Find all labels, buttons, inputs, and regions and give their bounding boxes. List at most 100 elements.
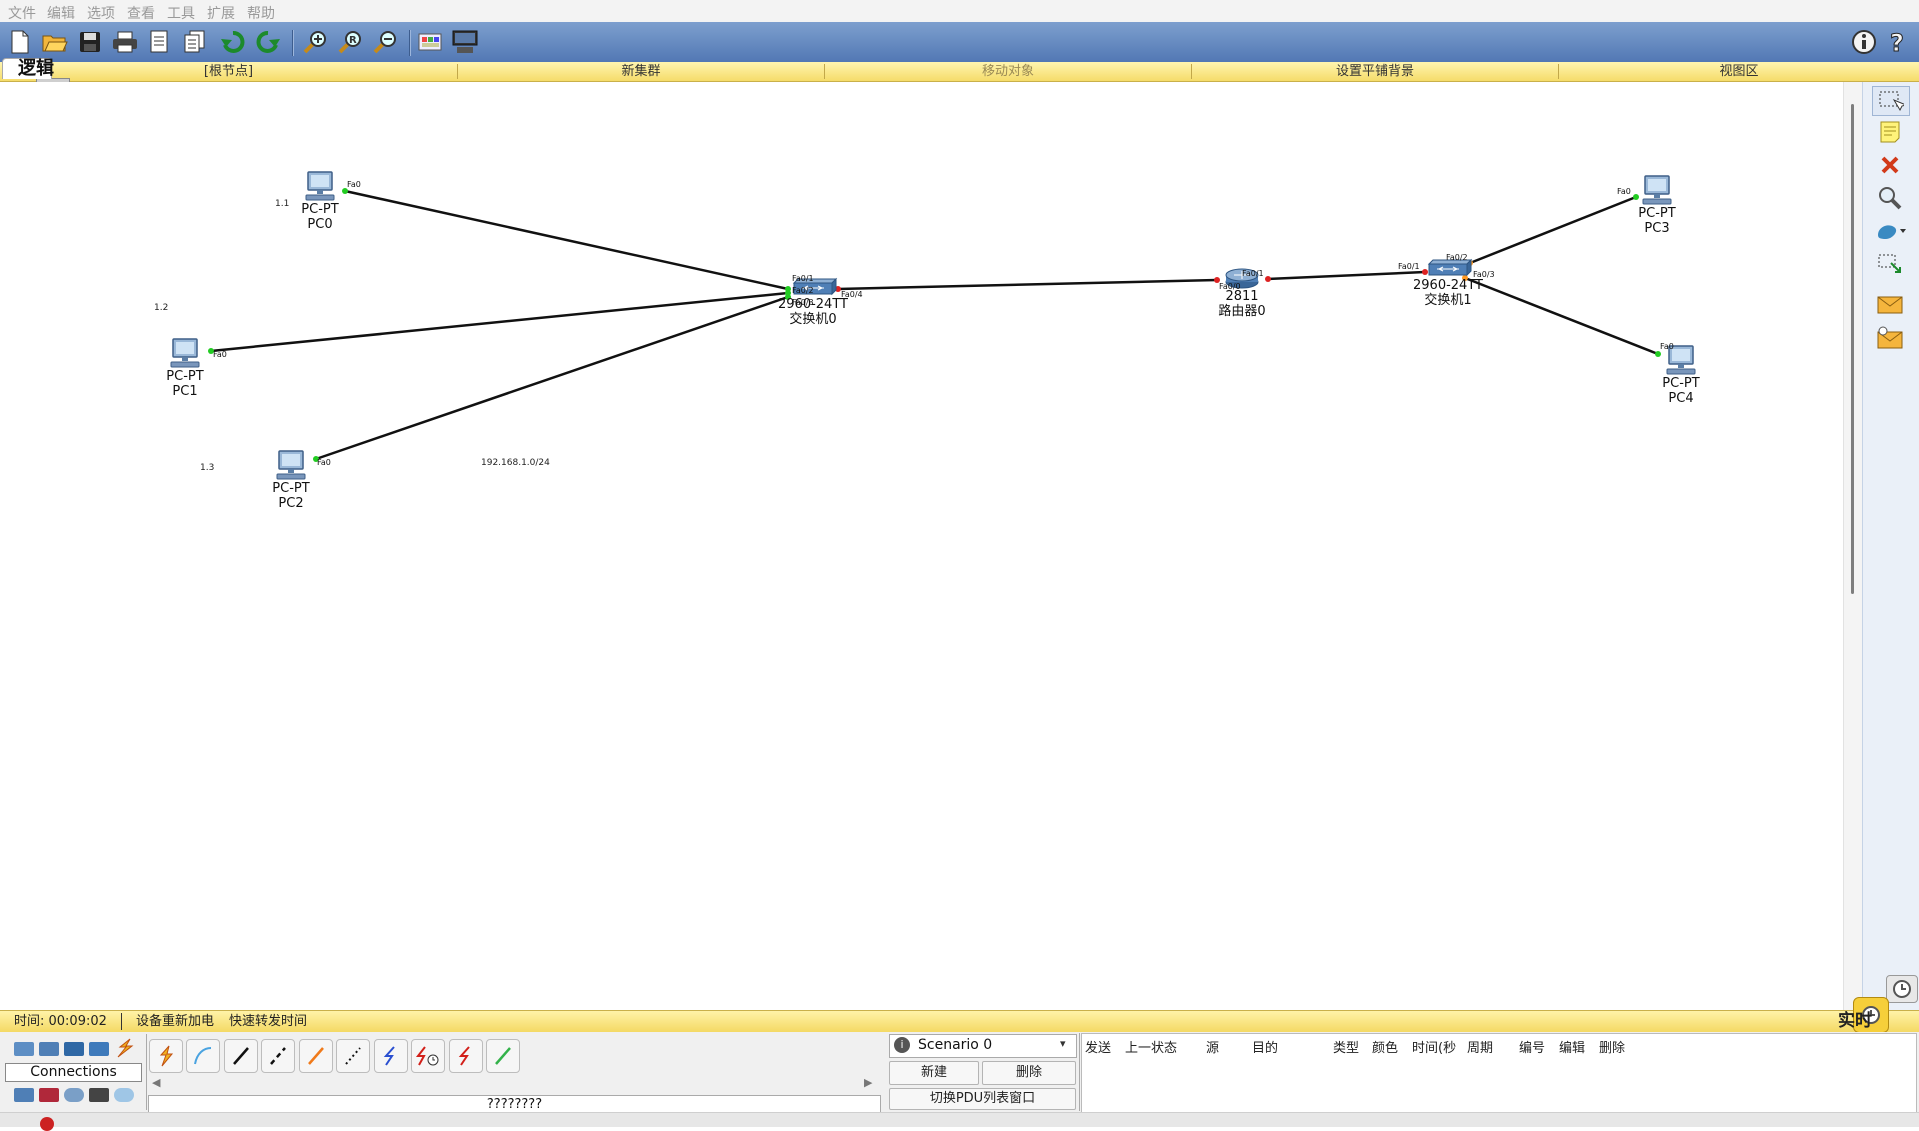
resize-icon[interactable] (1872, 250, 1908, 278)
switch0-port-fa0-3: Fa0/3 (792, 298, 814, 307)
scrollbar-thumb[interactable] (1851, 104, 1854, 594)
pc1-device[interactable]: PC-PT PC1 (162, 337, 208, 399)
menu-edit[interactable]: 编辑 (47, 3, 75, 23)
pdu-col-source: 源 (1206, 1041, 1220, 1056)
pc2-name-label: PC2 (278, 496, 304, 511)
note-1-3[interactable]: 1.3 (200, 463, 214, 473)
end-devices-category-icon[interactable] (14, 1088, 34, 1102)
menu-file[interactable]: 文件 (8, 3, 36, 23)
connection-list-scrollbar[interactable]: ◀ ▶ (148, 1076, 879, 1092)
hubs-category-icon[interactable] (64, 1042, 84, 1056)
link-pc2-switch0 (315, 295, 789, 461)
add-simple-pdu-icon[interactable] (1872, 290, 1908, 318)
pdu-col-time: 时间(秒 (1412, 1041, 1457, 1056)
menu-tools[interactable]: 工具 (167, 3, 195, 23)
crossover-cable-icon[interactable] (261, 1039, 295, 1073)
straight-through-cable-icon[interactable] (224, 1039, 258, 1073)
wireless-category-icon[interactable] (89, 1042, 109, 1056)
inspect-icon[interactable] (1872, 184, 1908, 212)
new-cluster-button[interactable]: 新集群 (458, 62, 824, 81)
console-cable-icon[interactable] (186, 1039, 220, 1073)
menu-view[interactable]: 查看 (127, 3, 155, 23)
add-complex-pdu-icon[interactable] (1872, 324, 1908, 352)
fast-forward-button[interactable]: 快速转发时间 (229, 1011, 307, 1032)
routers-category-icon[interactable] (14, 1042, 34, 1056)
scenario-select[interactable]: i Scenario 0 ▾ (889, 1034, 1077, 1058)
phone-cable-icon[interactable] (336, 1039, 370, 1073)
toggle-pdu-list-button[interactable]: 切换PDU列表窗口 (889, 1088, 1076, 1110)
palette-icon[interactable] (416, 28, 444, 56)
pc0-device[interactable]: PC-PT PC0 (297, 170, 343, 232)
new-scenario-button[interactable]: 新建 (889, 1061, 979, 1085)
custom-device-icon[interactable] (451, 28, 479, 56)
draw-shape-icon[interactable] (1872, 217, 1908, 245)
note-icon[interactable] (1872, 118, 1908, 146)
switches-category-icon[interactable] (39, 1042, 59, 1056)
pc1-port-label: Fa0 (213, 350, 227, 359)
switch1-port-fa0-1: Fa0/1 (1398, 262, 1420, 271)
viewport-button[interactable]: 视图区 (1559, 62, 1919, 81)
status-indicator-icon (40, 1117, 54, 1131)
scroll-right-arrow-icon[interactable]: ▶ (864, 1076, 872, 1089)
link-pc1-switch0 (210, 291, 789, 353)
taskbar-strip (0, 1112, 1919, 1131)
scroll-left-arrow-icon[interactable]: ◀ (152, 1076, 160, 1089)
menu-bar: 文件 编辑 选项 查看 工具 扩展 帮助 (0, 0, 1919, 23)
power-cycle-button[interactable]: 设备重新加电 (136, 1011, 214, 1032)
delete-scenario-button[interactable]: 删除 (982, 1061, 1076, 1085)
octal-cable-icon[interactable] (486, 1039, 520, 1073)
switch1-model-label: 2960-24TT (1413, 278, 1483, 293)
pc2-device[interactable]: PC-PT PC2 (268, 449, 314, 511)
security-category-icon[interactable] (39, 1088, 59, 1102)
open-folder-icon[interactable] (41, 28, 69, 56)
note-subnet[interactable]: 192.168.1.0/24 (481, 458, 550, 468)
topology-canvas[interactable]: PC-PT PC0 Fa0 PC-PT PC1 Fa0 PC-PT PC2 Fa… (0, 82, 1843, 1010)
multiuser-category-icon[interactable] (114, 1088, 134, 1102)
menu-help[interactable]: 帮助 (247, 3, 275, 23)
select-icon[interactable] (1872, 86, 1910, 116)
coaxial-cable-icon[interactable] (374, 1039, 408, 1073)
pc4-device[interactable]: PC-PT PC4 (1658, 344, 1704, 406)
pc0-port-label: Fa0 (347, 180, 361, 189)
print-icon[interactable] (111, 28, 139, 56)
set-tile-background-button[interactable]: 设置平铺背景 (1192, 62, 1558, 81)
simulation-mode-icon[interactable] (1886, 975, 1918, 1003)
info-icon[interactable] (1850, 28, 1878, 56)
activity-wizard-icon[interactable] (146, 28, 174, 56)
save-icon[interactable] (76, 28, 104, 56)
wan-emulation-category-icon[interactable] (64, 1088, 84, 1102)
undo-icon[interactable] (219, 28, 247, 56)
menu-extensions[interactable]: 扩展 (207, 3, 235, 23)
menu-options[interactable]: 选项 (87, 3, 115, 23)
pc3-device[interactable]: PC-PT PC3 (1634, 174, 1680, 236)
serial-dte-icon[interactable] (449, 1039, 483, 1073)
note-1-2[interactable]: 1.2 (154, 303, 168, 313)
fiber-cable-icon[interactable] (299, 1039, 333, 1073)
scenario-info-icon: i (894, 1037, 910, 1053)
custom-devices-category-icon[interactable] (89, 1088, 109, 1102)
realtime-mode-label[interactable]: 实时 (1838, 1011, 1872, 1032)
pc3-port-label: Fa0 (1617, 187, 1631, 196)
delete-icon[interactable] (1872, 151, 1908, 179)
zoom-in-icon[interactable] (301, 28, 329, 56)
status-separator (121, 1013, 122, 1030)
switch0-port-fa0-2: Fa0/2 (792, 286, 814, 295)
help-icon[interactable]: ? (1884, 28, 1912, 56)
switch0-port-fa0-4: Fa0/4 (841, 290, 863, 299)
pc-icon (1642, 175, 1672, 205)
chevron-down-icon: ▾ (1060, 1037, 1066, 1050)
pc-icon (305, 171, 335, 201)
move-object-button[interactable]: 移动对象 (825, 62, 1191, 81)
router0-port-fa0-1: Fa0/1 (1242, 269, 1264, 278)
automatic-connection-icon[interactable] (149, 1039, 183, 1073)
zoom-out-icon[interactable] (371, 28, 399, 56)
new-file-icon[interactable] (6, 28, 34, 56)
note-1-1[interactable]: 1.1 (275, 199, 289, 209)
copy-icon[interactable] (181, 28, 209, 56)
redo-icon[interactable] (254, 28, 282, 56)
connections-category-icon[interactable] (114, 1038, 136, 1058)
pc3-name-label: PC3 (1644, 221, 1670, 236)
switch1-name-label: 交换机1 (1424, 293, 1472, 308)
zoom-reset-icon[interactable]: R (336, 28, 364, 56)
serial-dce-icon[interactable] (411, 1039, 445, 1073)
